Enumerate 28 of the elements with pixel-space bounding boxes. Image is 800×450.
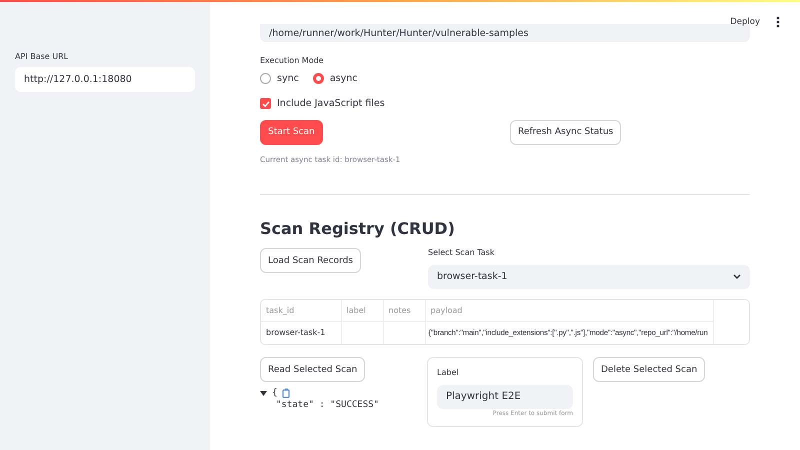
field-label: Label [437, 368, 460, 376]
radio-option[interactable]: async [312, 73, 358, 84]
radio-option[interactable]: sync [260, 73, 299, 84]
delete-button[interactable]: Delete Selected Scan [593, 357, 706, 382]
checkmark-icon [262, 100, 270, 108]
field-label: Execution Mode [260, 56, 325, 65]
column-header: payload [425, 300, 714, 322]
table-cell: browser-task-1 [261, 322, 341, 344]
field-label: API Base URL [15, 52, 70, 61]
section-heading: Scan Registry (CRUD) [260, 218, 456, 238]
refresh-button[interactable]: Refresh Async Status [510, 120, 622, 144]
column-header: task_id [261, 300, 341, 322]
field-label: Select Scan Task [428, 248, 496, 256]
checkbox-option[interactable]: Include JavaScript files [260, 98, 750, 109]
url-input-field[interactable]: http://127.0.0.1:18080 [15, 67, 195, 92]
label-input-field[interactable]: Playwright E2E [437, 384, 573, 408]
collapse-caret-icon[interactable] [260, 390, 267, 396]
column-header: label [341, 300, 383, 322]
chevron-icon [733, 274, 741, 279]
read-button[interactable]: Read Selected Scan [260, 357, 366, 382]
menu-icon[interactable] [776, 16, 780, 28]
json-line: "state" : "SUCCESS" [275, 400, 380, 410]
copy-icon[interactable] [282, 388, 292, 398]
column-header: notes [383, 300, 425, 322]
select-dropdown[interactable]: browser-task-1 [428, 264, 750, 288]
path-input-field[interactable]: /home/runner/work/Hunter/Hunter/vulnerable-samples [260, 24, 750, 42]
json-brace: { [272, 388, 278, 398]
load-button[interactable]: Load Scan Records [260, 248, 361, 273]
